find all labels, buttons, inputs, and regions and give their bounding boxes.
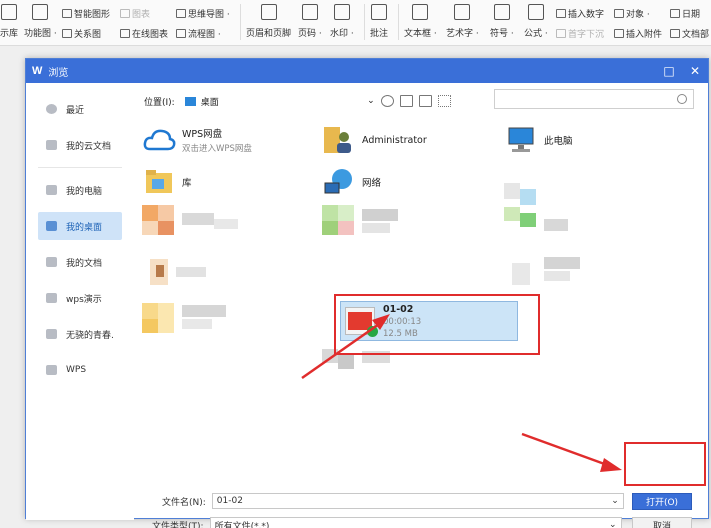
annotation-arrows bbox=[301, 314, 622, 472]
